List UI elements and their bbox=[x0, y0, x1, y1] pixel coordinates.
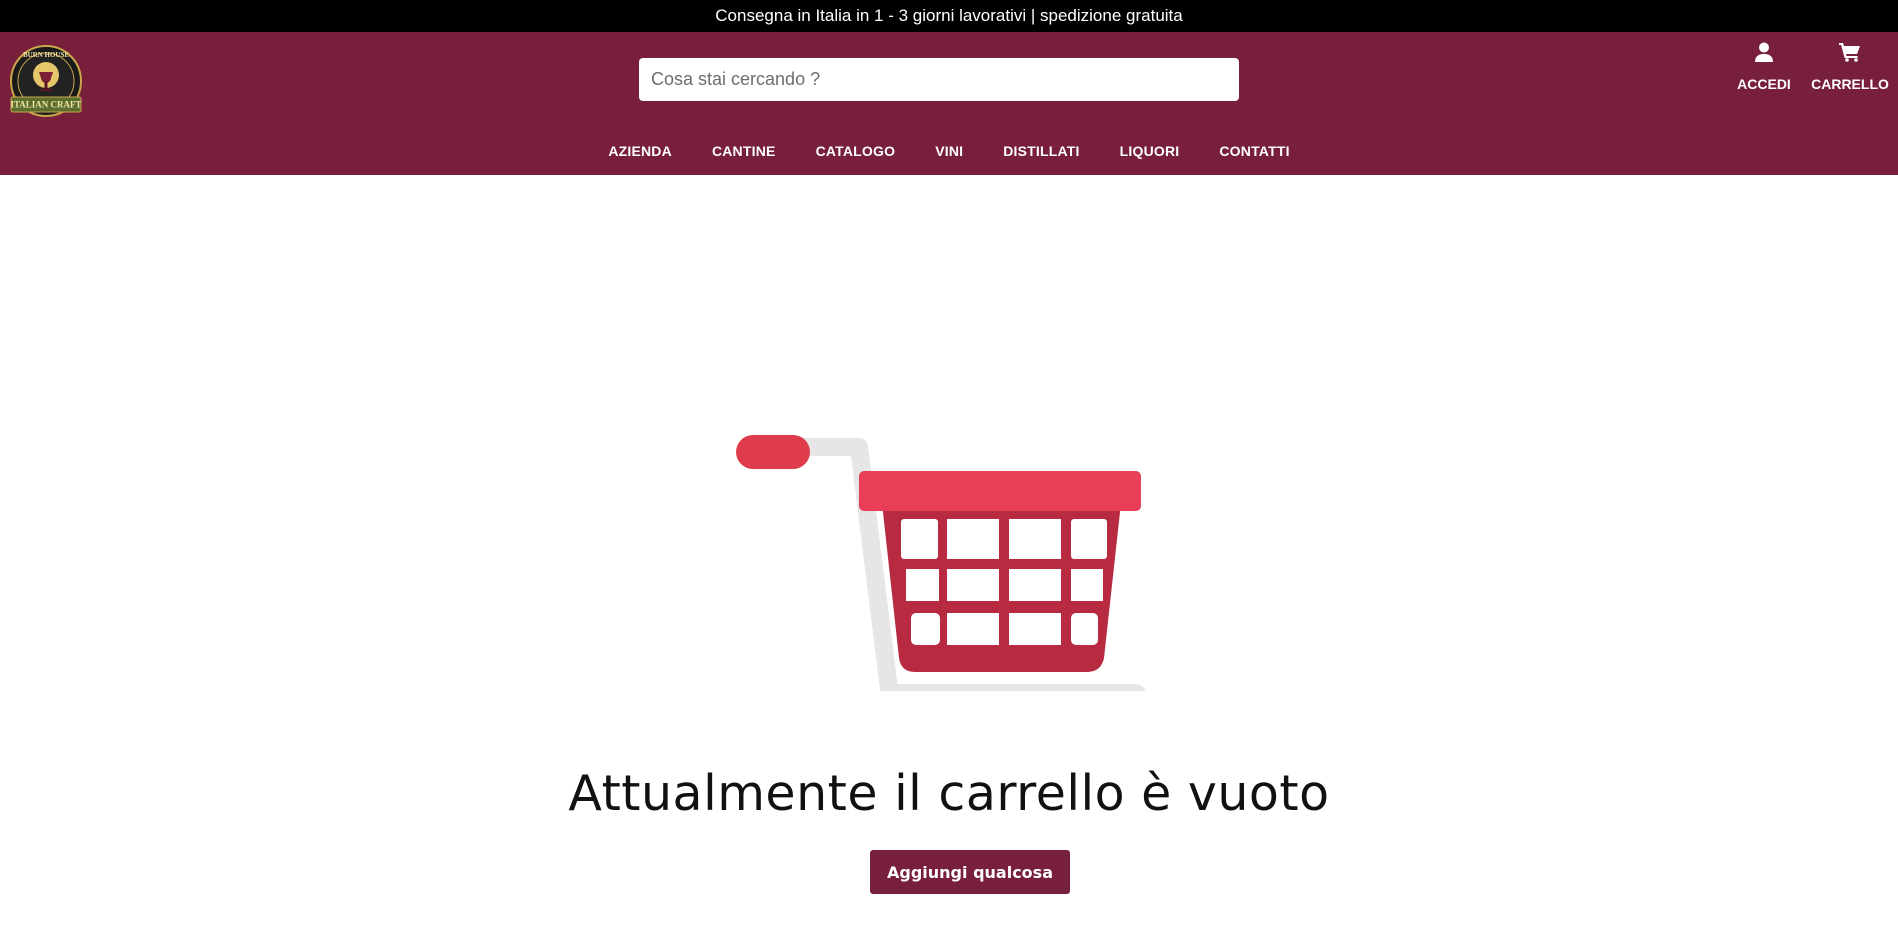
main-nav: AZIENDA CANTINE CATALOGO VINI DISTILLATI… bbox=[0, 143, 1898, 159]
nav-item-cantine[interactable]: CANTINE bbox=[692, 143, 796, 159]
announcement-text: Consegna in Italia in 1 - 3 giorni lavor… bbox=[715, 6, 1183, 25]
nav-item-distillati[interactable]: DISTILLATI bbox=[983, 143, 1099, 159]
login-button[interactable]: ACCEDI bbox=[1737, 42, 1791, 92]
cart-icon bbox=[1839, 43, 1860, 62]
login-label: ACCEDI bbox=[1737, 76, 1791, 92]
nav-item-azienda[interactable]: AZIENDA bbox=[588, 143, 692, 159]
empty-cart-title: Attualmente il carrello è vuoto bbox=[568, 765, 1330, 822]
nav-item-vini[interactable]: VINI bbox=[915, 143, 983, 159]
announcement-bar: Consegna in Italia in 1 - 3 giorni lavor… bbox=[0, 0, 1898, 32]
cart-page: Attualmente il carrello è vuoto Aggiungi… bbox=[0, 175, 1898, 906]
brand-logo[interactable]: ITALIAN CRAFT BURN HOUSE bbox=[7, 43, 85, 121]
cart-label: CARRELLO bbox=[1811, 76, 1889, 92]
svg-text:BURN HOUSE: BURN HOUSE bbox=[23, 51, 69, 59]
user-icon bbox=[1755, 42, 1773, 62]
nav-item-contatti[interactable]: CONTATTI bbox=[1199, 143, 1309, 159]
search-input[interactable] bbox=[639, 58, 1239, 101]
nav-item-liquori[interactable]: LIQUORI bbox=[1100, 143, 1200, 159]
cart-button[interactable]: CARRELLO bbox=[1810, 42, 1890, 92]
svg-text:ITALIAN CRAFT: ITALIAN CRAFT bbox=[10, 100, 81, 110]
add-something-button[interactable]: Aggiungi qualcosa bbox=[870, 850, 1070, 894]
nav-item-catalogo[interactable]: CATALOGO bbox=[796, 143, 916, 159]
site-header: ITALIAN CRAFT BURN HOUSE ACCEDI CARRELLO… bbox=[0, 32, 1898, 175]
empty-cart-illustration bbox=[736, 435, 1145, 691]
